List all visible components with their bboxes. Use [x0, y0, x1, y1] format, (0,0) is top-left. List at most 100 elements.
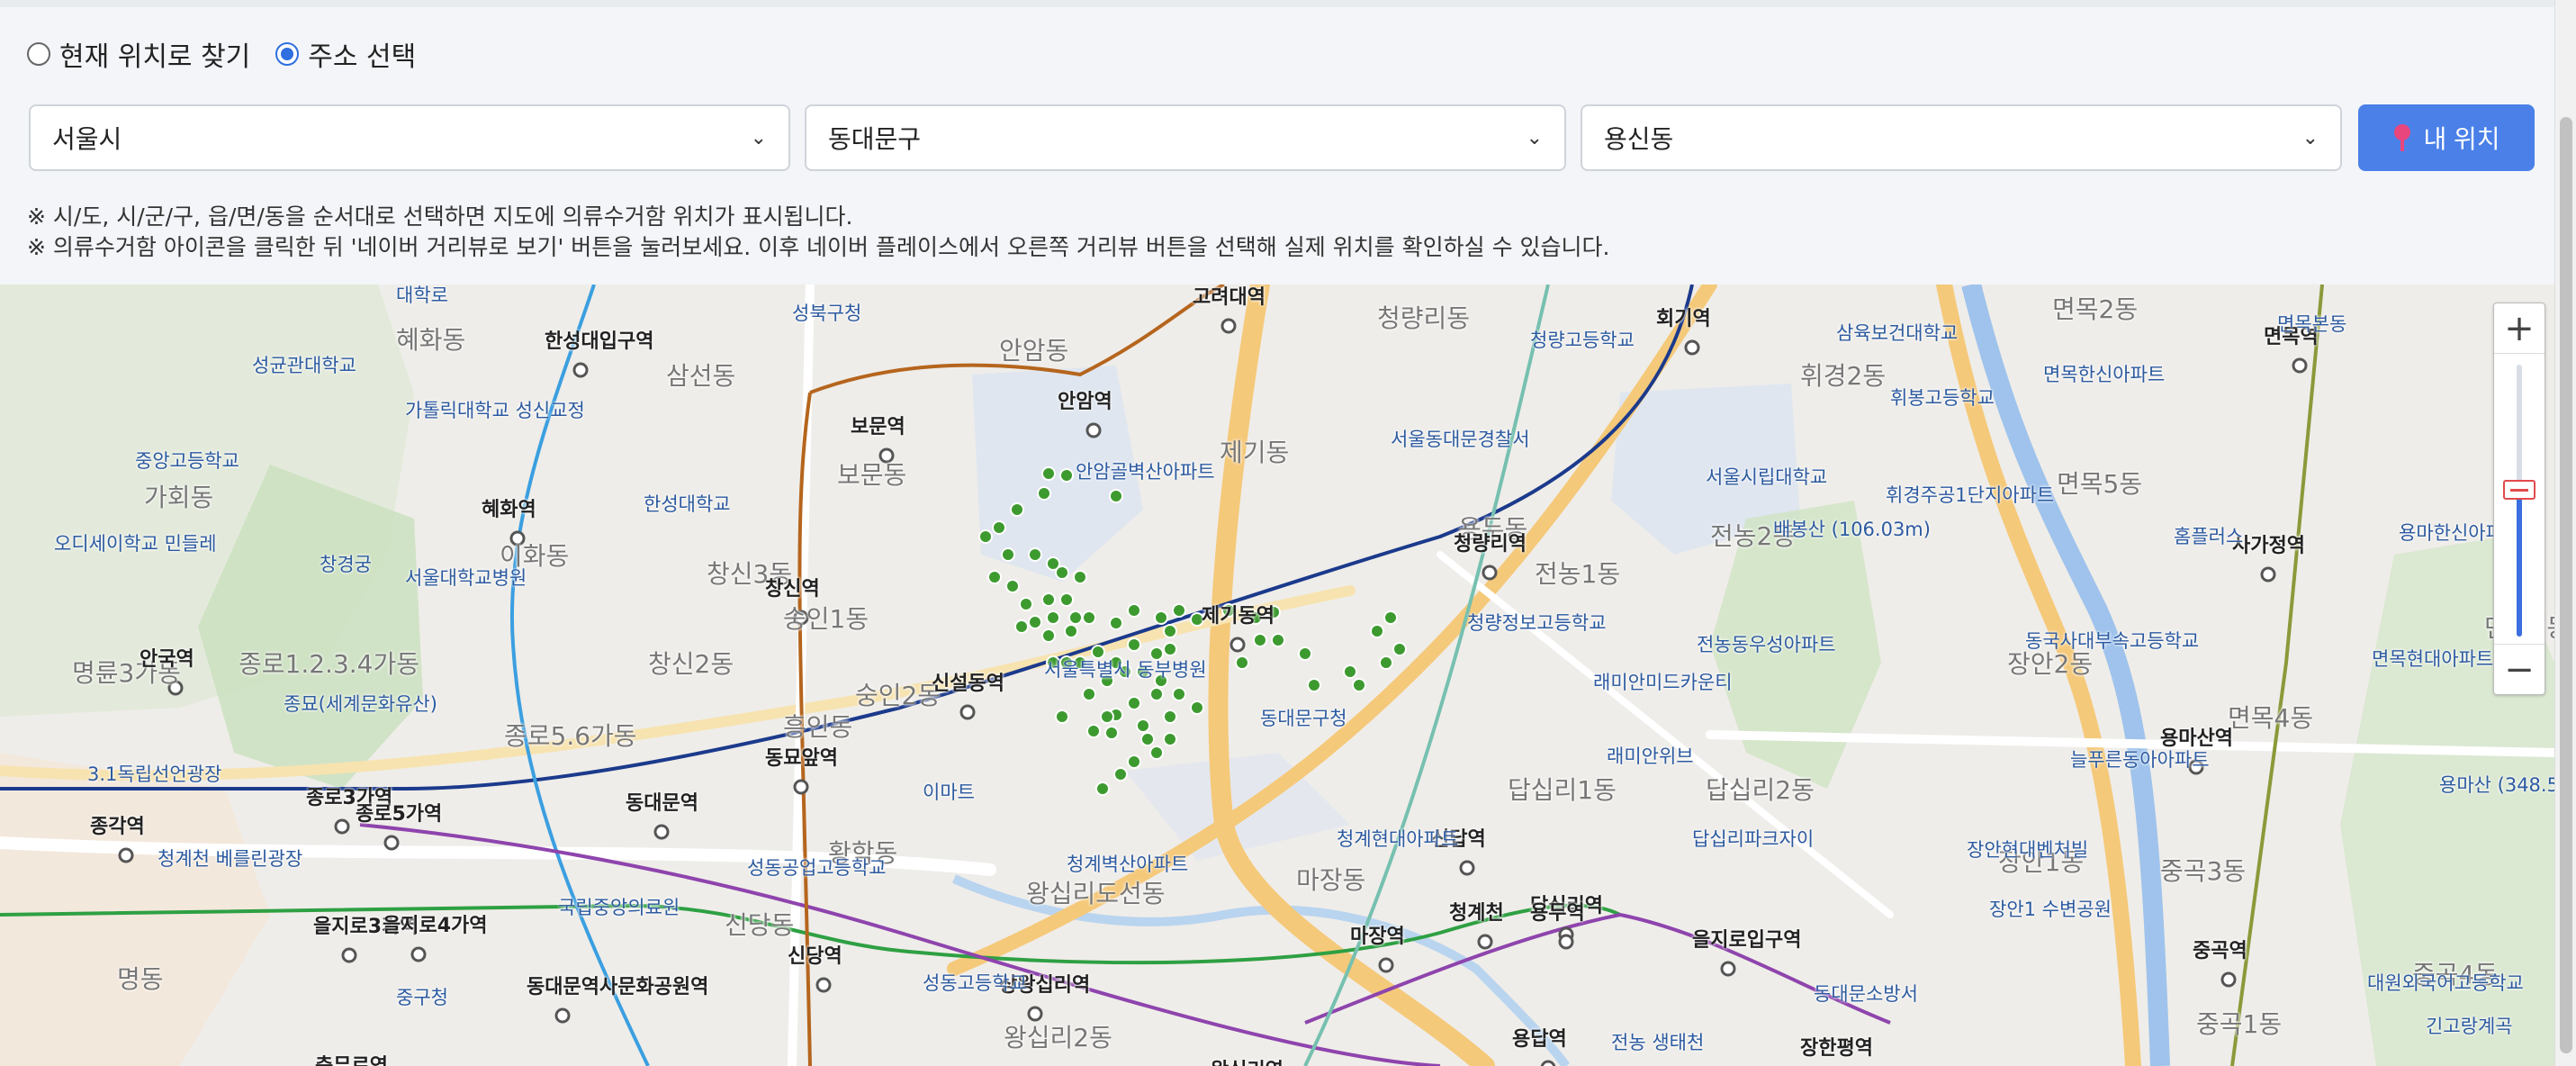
subway-station-label[interactable]: 용두역 — [1530, 897, 1585, 926]
clothing-bin-marker[interactable] — [1149, 745, 1164, 760]
subway-station-label[interactable]: 창신역 — [765, 573, 820, 601]
clothing-bin-marker[interactable] — [1383, 610, 1398, 625]
clothing-bin-marker[interactable] — [1109, 616, 1123, 630]
map-poi-label[interactable]: 답십리파크자이 — [1692, 825, 1814, 852]
subway-station-label[interactable]: 중곡역 — [2193, 935, 2247, 963]
clothing-bin-marker[interactable] — [1082, 687, 1096, 701]
map-poi-label[interactable]: 삼육보건대학교 — [1836, 319, 1958, 346]
clothing-bin-marker[interactable] — [1370, 624, 1384, 638]
zoom-slider-handle[interactable] — [2503, 480, 2535, 500]
clothing-bin-marker[interactable] — [1307, 678, 1321, 692]
map-poi-label[interactable]: 서울특별시 동부병원 — [1044, 655, 1207, 682]
map-poi-label[interactable]: 서울동대문경찰서 — [1391, 425, 1530, 452]
map-poi-label[interactable]: 휘경주공1단지아파트 — [1886, 481, 2054, 508]
station-marker[interactable] — [341, 947, 357, 963]
clothing-bin-marker[interactable] — [987, 570, 1002, 584]
subway-station-label[interactable]: 신당역 — [788, 940, 842, 969]
subway-station-label[interactable]: 장한평역 — [1800, 1032, 1873, 1061]
station-marker[interactable] — [815, 977, 832, 993]
subway-station-label[interactable]: 종각역 — [90, 810, 145, 839]
station-marker[interactable] — [1482, 565, 1498, 581]
map-poi-label[interactable]: 대학로 — [396, 285, 448, 308]
my-location-button[interactable]: 내 위치 — [2358, 104, 2535, 171]
clothing-bin-marker[interactable] — [1127, 637, 1141, 652]
clothing-bin-marker[interactable] — [992, 520, 1006, 535]
clothing-bin-marker[interactable] — [1136, 718, 1150, 733]
station-marker[interactable] — [383, 835, 400, 851]
map-poi-label[interactable]: 휘봉고등학교 — [1890, 384, 1995, 411]
clothing-bin-marker[interactable] — [1028, 547, 1042, 562]
map-poi-label[interactable]: 가톨릭대학교 성신교정 — [405, 396, 585, 423]
map-poi-label[interactable]: 이마트 — [923, 778, 975, 805]
clothing-bin-marker[interactable] — [1127, 696, 1141, 710]
clothing-bin-marker[interactable] — [1082, 610, 1096, 625]
station-marker[interactable] — [1220, 318, 1237, 334]
radio-current-location[interactable]: 현재 위치로 찾기 — [27, 34, 250, 74]
subway-station-label[interactable]: 청계천 — [1449, 897, 1504, 926]
map-poi-label[interactable]: 배봉산 (106.03m) — [1773, 515, 1931, 542]
clothing-bin-marker[interactable] — [1127, 754, 1141, 769]
station-marker[interactable] — [1540, 1060, 1556, 1066]
map-poi-label[interactable]: 성북구청 — [792, 299, 861, 326]
map-poi-label[interactable]: 국립중앙의료원 — [558, 893, 680, 920]
map-poi-label[interactable]: 청량고등학교 — [1530, 326, 1635, 353]
subway-station-label[interactable]: 마장역 — [1350, 920, 1405, 949]
clothing-bin-marker[interactable] — [1095, 781, 1110, 796]
clothing-bin-marker[interactable] — [1037, 486, 1051, 501]
map-poi-label[interactable]: 면목한신아파트 — [2043, 360, 2165, 387]
clothing-bin-marker[interactable] — [1041, 628, 1056, 643]
zoom-in-button[interactable]: + — [2494, 303, 2544, 354]
clothing-bin-marker[interactable] — [1172, 687, 1186, 701]
map-poi-label[interactable]: 홈플러스 — [2174, 522, 2243, 549]
clothing-bin-marker[interactable] — [1163, 709, 1177, 724]
map-poi-label[interactable]: 성동고등학교 — [923, 969, 1027, 996]
map-poi-label[interactable]: 래미안위브 — [1607, 742, 1694, 769]
radio-address-select-indicator[interactable] — [275, 42, 300, 66]
map-poi-label[interactable]: 창경궁 — [320, 550, 372, 577]
station-marker[interactable] — [410, 946, 427, 962]
clothing-bin-marker[interactable] — [1005, 579, 1020, 593]
station-marker[interactable] — [2260, 566, 2276, 583]
subway-station-label[interactable]: 제기동역 — [1202, 600, 1274, 628]
subway-station-label[interactable]: 동대문역 — [626, 787, 698, 816]
clothing-bin-marker[interactable] — [1055, 709, 1069, 724]
scrollbar-thumb[interactable] — [2560, 117, 2572, 1053]
station-marker[interactable] — [554, 1007, 571, 1024]
clothing-bin-marker[interactable] — [1379, 655, 1393, 670]
map-poi-label[interactable]: 긴고랑계곡 — [2426, 1012, 2513, 1039]
station-marker[interactable] — [1229, 637, 1246, 653]
clothing-bin-marker[interactable] — [1014, 619, 1029, 634]
map-poi-label[interactable]: 중구청 — [396, 983, 448, 1010]
station-marker[interactable] — [959, 704, 976, 720]
map-poi-label[interactable]: 전농동우성아파트 — [1697, 630, 1836, 657]
map-poi-label[interactable]: 성동공업고등학교 — [747, 854, 887, 881]
map-poi-label[interactable]: 성균관대학교 — [252, 351, 356, 378]
clothing-bin-marker[interactable] — [978, 529, 993, 544]
clothing-bin-marker[interactable] — [1068, 610, 1083, 625]
clothing-bin-marker[interactable] — [1163, 642, 1177, 656]
sigungu-select[interactable]: 동대문구 ⌄ — [805, 104, 1566, 171]
sido-select[interactable]: 서울시 ⌄ — [29, 104, 790, 171]
clothing-bin-marker[interactable] — [1235, 655, 1249, 670]
map-poi-label[interactable]: 동대문구청 — [1260, 704, 1347, 731]
station-marker[interactable] — [1085, 422, 1102, 438]
subway-station-label[interactable]: 동대문역사문화공원역 — [527, 971, 708, 999]
subway-station-label[interactable]: 신설동역 — [932, 667, 1004, 696]
clothing-bin-marker[interactable] — [1086, 724, 1101, 738]
clothing-bin-marker[interactable] — [1172, 603, 1186, 618]
map-poi-label[interactable]: 청계벽산아파트 — [1067, 850, 1188, 877]
map-poi-label[interactable]: 청량정보고등학교 — [1467, 609, 1607, 636]
map-poi-label[interactable]: 서울대학교병원 — [405, 564, 527, 591]
map-poi-label[interactable]: 장안현대벤처빌 — [1967, 836, 2088, 863]
subway-station-label[interactable]: 혜화역 — [482, 493, 536, 522]
station-marker[interactable] — [1459, 860, 1475, 876]
map-poi-label[interactable]: 장안1 수변공원 — [1989, 895, 2112, 922]
subway-station-label[interactable]: 용답역 — [1512, 1023, 1567, 1052]
map-poi-label[interactable]: 래미안미드카운티 — [1593, 668, 1733, 695]
subway-station-label[interactable]: 을지로4가역 — [383, 909, 488, 938]
radio-address-select[interactable]: 주소 선택 — [275, 34, 416, 74]
station-marker[interactable] — [653, 824, 670, 840]
subway-station-label[interactable]: 회기역 — [1656, 303, 1711, 331]
clothing-bin-marker[interactable] — [1104, 726, 1119, 740]
map-poi-label[interactable]: 면목본동 — [2277, 310, 2346, 337]
